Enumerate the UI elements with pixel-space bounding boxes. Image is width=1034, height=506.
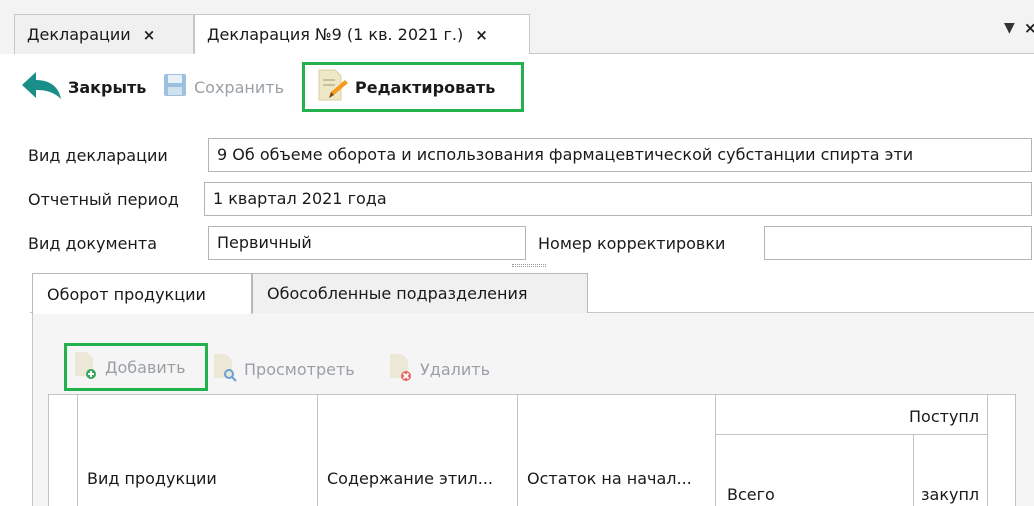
column-header-product-type[interactable]: Вид продукции xyxy=(87,469,217,488)
column-divider xyxy=(317,395,318,506)
save-button[interactable]: Сохранить xyxy=(162,70,284,104)
document-type-field[interactable]: Первичный xyxy=(208,226,526,260)
column-divider xyxy=(77,395,78,506)
tab-separate-divisions-label: Обособленные подразделения xyxy=(267,284,528,303)
edit-button-label: Редактировать xyxy=(355,77,496,97)
delete-button[interactable]: Удалить xyxy=(388,354,490,384)
correction-number-field[interactable] xyxy=(764,226,1032,260)
close-button-label: Закрыть xyxy=(68,77,147,97)
add-document-icon xyxy=(73,350,99,384)
edit-button[interactable]: Редактировать xyxy=(302,62,524,112)
reporting-period-label: Отчетный период xyxy=(28,190,179,209)
declaration-type-label: Вид декларации xyxy=(28,146,168,165)
delete-document-icon xyxy=(388,352,414,386)
tab-bar-border xyxy=(530,53,1034,54)
column-divider xyxy=(987,395,988,506)
add-button-label: Добавить xyxy=(105,357,186,377)
document-type-label: Вид документа xyxy=(28,234,158,253)
view-document-icon xyxy=(212,352,238,386)
column-divider xyxy=(517,395,518,506)
declaration-type-field[interactable]: 9 Об объеме оборота и использования фарм… xyxy=(208,138,1032,172)
tab-declaration-9-label: Декларация №9 (1 кв. 2021 г.) xyxy=(207,25,464,44)
tab-declaration-9[interactable]: Декларация №9 (1 кв. 2021 г.) × xyxy=(194,14,530,54)
tab-list-dropdown-icon[interactable]: ▼ xyxy=(1004,20,1015,36)
save-button-label: Сохранить xyxy=(194,77,284,97)
close-button[interactable]: Закрыть xyxy=(20,70,146,104)
column-header-purchase[interactable]: закупл xyxy=(921,485,985,504)
correction-number-label: Номер корректировки xyxy=(538,234,726,253)
tab-separate-divisions[interactable]: Обособленные подразделения xyxy=(252,273,588,313)
edit-document-icon xyxy=(315,68,349,106)
tab-declarations-label: Декларации xyxy=(27,25,131,44)
view-button-label: Просмотреть xyxy=(244,359,355,379)
tab-product-turnover[interactable]: Оборот продукции xyxy=(32,273,252,314)
toolbar: Закрыть Сохранить Редактировать xyxy=(20,62,1020,112)
tab-product-turnover-label: Оборот продукции xyxy=(47,284,206,304)
column-header-ethyl-content[interactable]: Содержание этил... xyxy=(327,469,513,488)
floppy-disk-icon xyxy=(162,72,188,102)
column-header-total[interactable]: Всего xyxy=(727,485,775,504)
add-button[interactable]: Добавить xyxy=(64,343,208,391)
tab-declarations[interactable]: Декларации × xyxy=(14,14,194,54)
column-header-receipt-group[interactable]: Поступл xyxy=(909,407,985,426)
document-tab-bar: Декларации × Декларация №9 (1 кв. 2021 г… xyxy=(0,0,1034,54)
delete-button-label: Удалить xyxy=(420,359,490,379)
header-divider xyxy=(715,434,987,435)
view-button[interactable]: Просмотреть xyxy=(212,354,355,384)
close-icon[interactable]: × xyxy=(1024,19,1034,37)
splitter-handle[interactable] xyxy=(512,264,546,267)
column-divider xyxy=(715,395,716,506)
products-table: Вид продукции Содержание этил... Остаток… xyxy=(48,394,1016,506)
column-header-start-balance[interactable]: Остаток на начал... xyxy=(527,469,713,488)
back-arrow-icon xyxy=(20,70,62,104)
close-icon[interactable]: × xyxy=(475,26,488,44)
reporting-period-field[interactable]: 1 квартал 2021 года xyxy=(204,182,1032,216)
column-divider xyxy=(913,435,914,506)
close-icon[interactable]: × xyxy=(143,26,156,44)
